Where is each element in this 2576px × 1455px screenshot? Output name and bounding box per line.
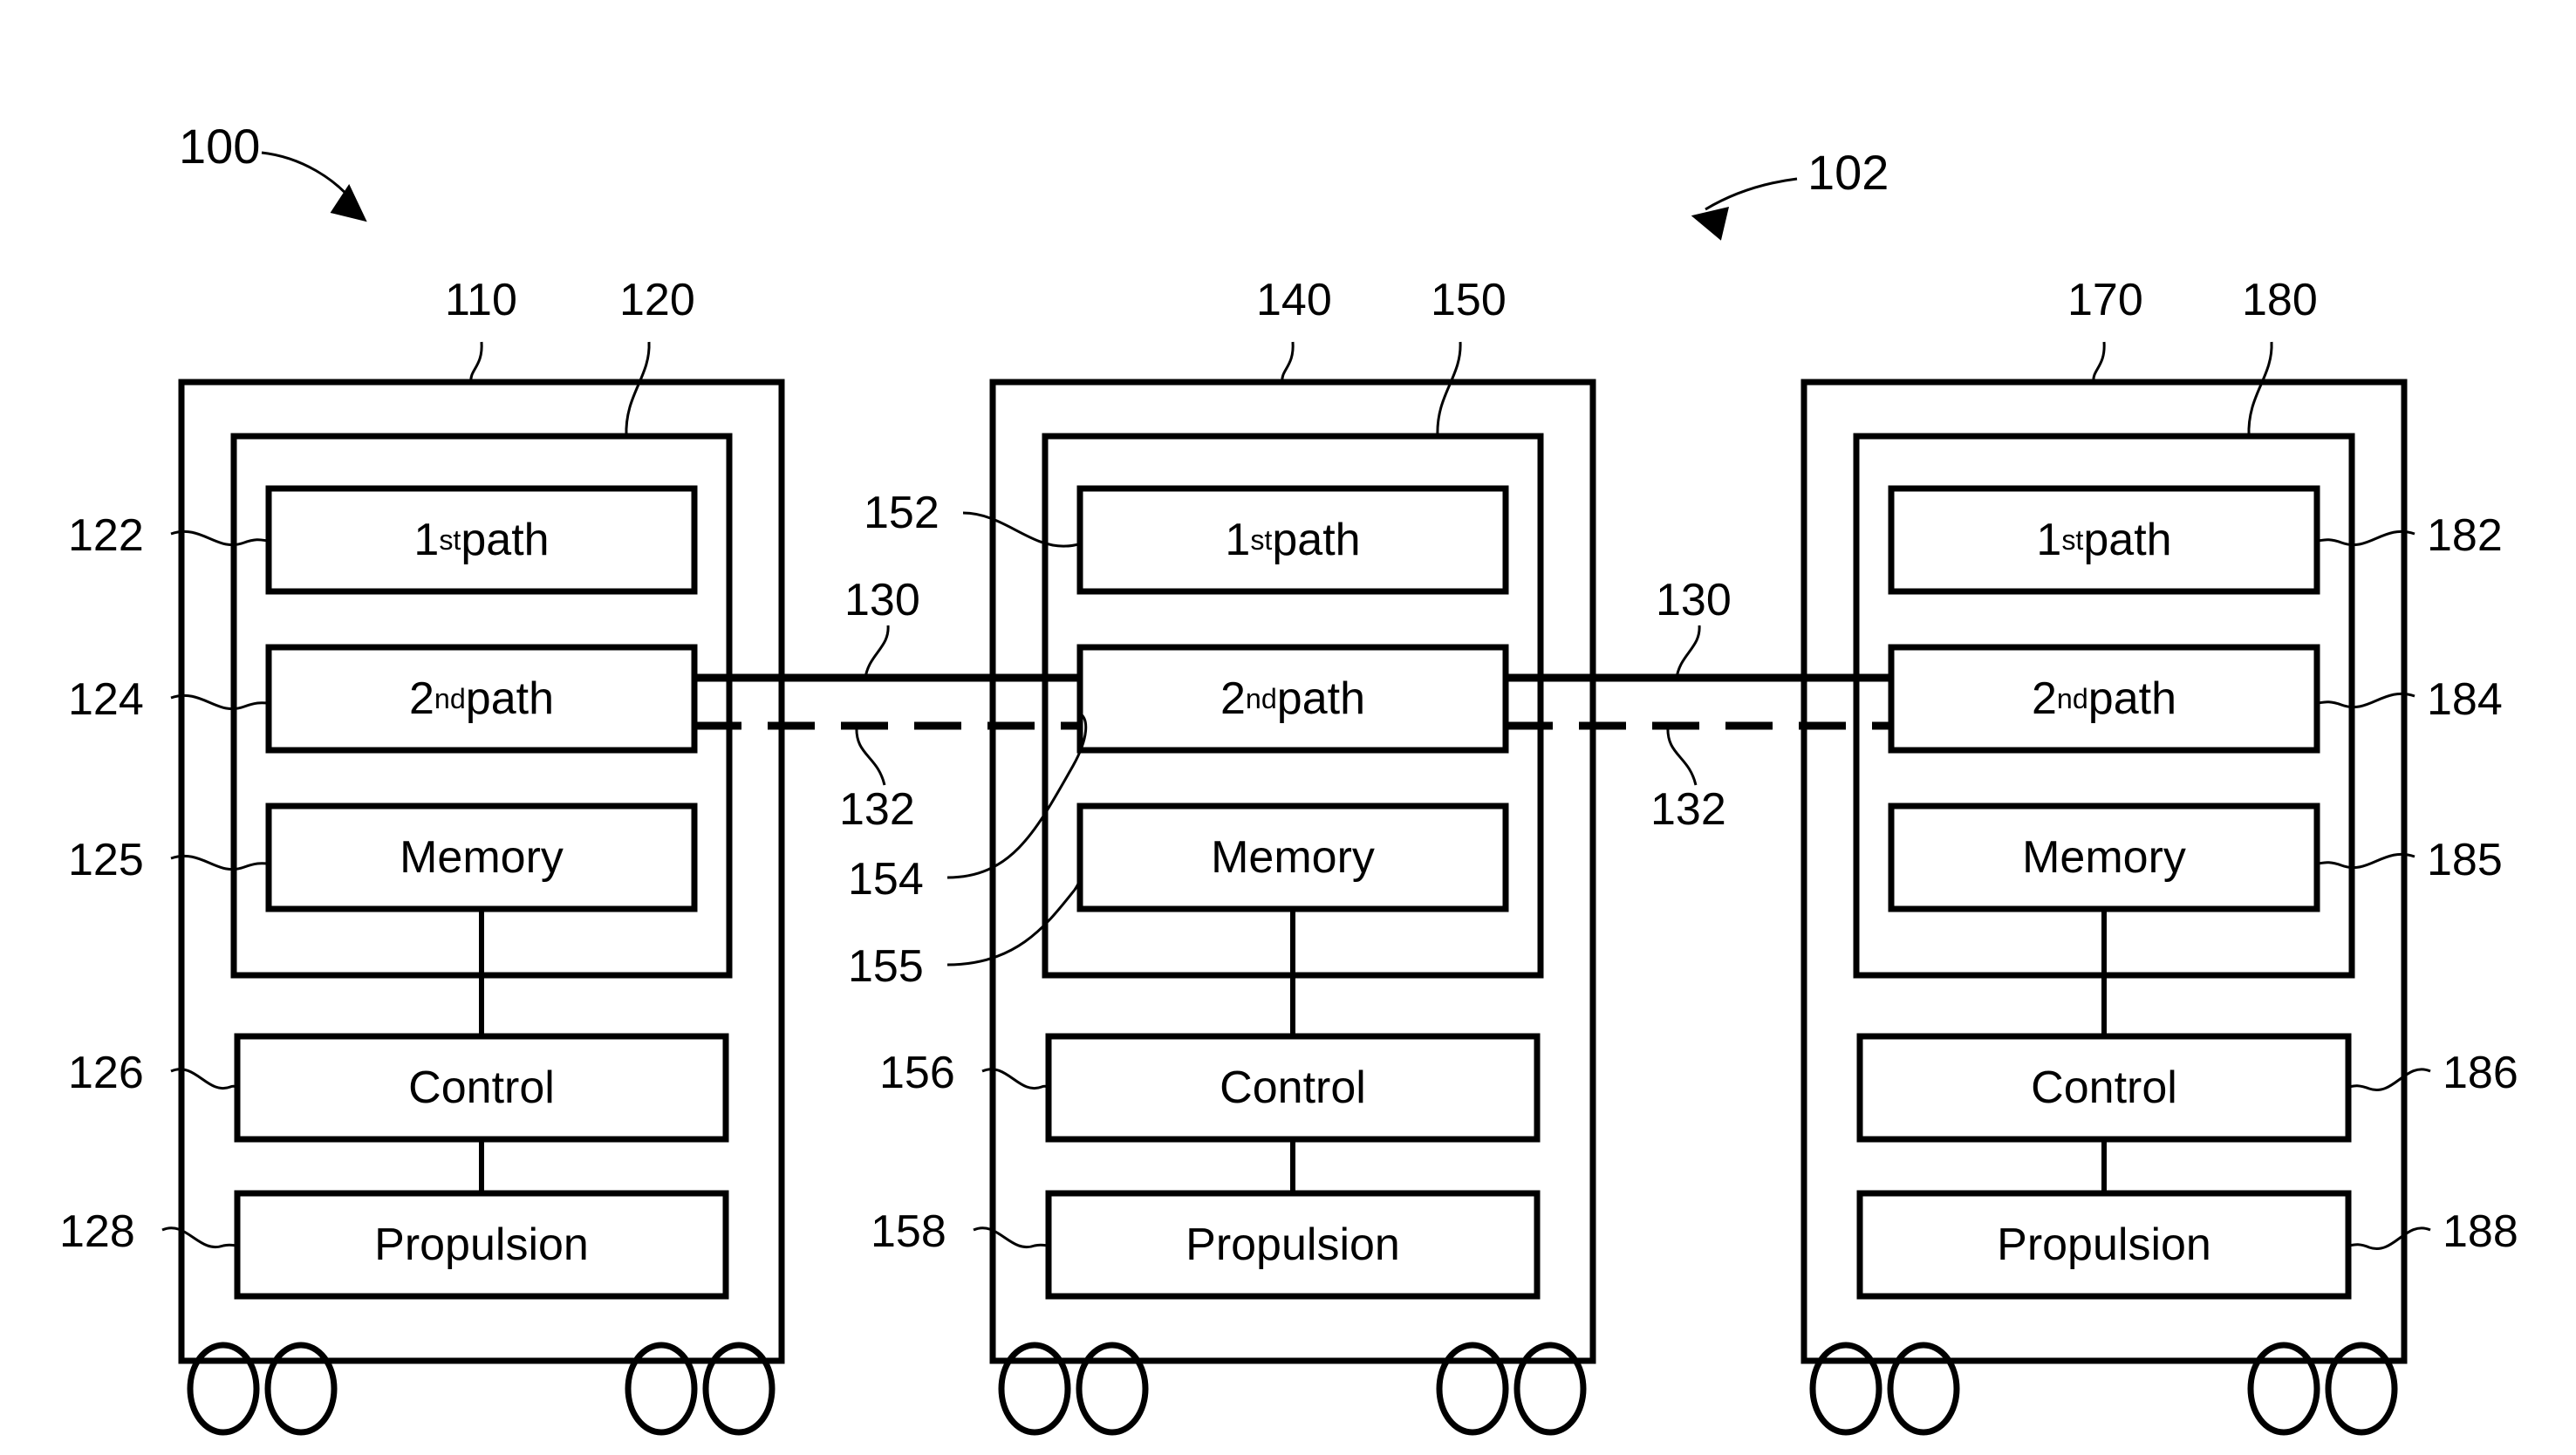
link-130-left-leader — [864, 625, 890, 679]
unit3-memory-label: Memory — [2022, 832, 2186, 883]
unit1-propulsion-ref-label: 128 — [59, 1206, 135, 1257]
unit3-propulsion-ref-label: 188 — [2443, 1206, 2518, 1257]
unit3-propulsion-label: Propulsion — [1997, 1219, 2211, 1270]
unit3-memory-leader — [2316, 852, 2415, 870]
unit3-control-label: Control — [2031, 1062, 2177, 1113]
unit2-second-path-leader — [946, 712, 1088, 879]
link-132-right-leader — [1666, 725, 1698, 786]
link-132-right-label: 132 — [1650, 784, 1726, 835]
unit2-propulsion-leader — [973, 1226, 1049, 1249]
unit1-second-path-leader — [170, 693, 270, 711]
unit1-outer-ref-label: 110 — [445, 275, 517, 325]
unit1-second-path-ref-label: 124 — [68, 674, 144, 725]
unit1-second-path-label: 2nd path — [409, 673, 554, 724]
unit1-propulsion-leader — [161, 1226, 238, 1249]
unit1-first-path-ref-label: 122 — [68, 510, 144, 561]
unit2-second-path-label: 2nd path — [1220, 673, 1365, 724]
unit1-inner-ref-leader — [625, 341, 651, 437]
unit2-propulsion-label: Propulsion — [1186, 1219, 1400, 1270]
unit3-outer-ref-label: 170 — [2067, 275, 2143, 325]
system-label-100: 100 — [179, 119, 261, 174]
unit3-control-ref-label: 186 — [2443, 1048, 2518, 1098]
unit3-inner-ref-label: 180 — [2242, 275, 2318, 325]
unit1-control-ref-label: 126 — [68, 1048, 144, 1098]
unit2-memory-ref-label: 155 — [848, 941, 924, 992]
link-132-left-label: 132 — [839, 784, 915, 835]
unit2-first-path-ref-label: 152 — [864, 488, 940, 538]
unit2-control-label: Control — [1220, 1062, 1366, 1113]
unit3-inner-ref-leader — [2247, 341, 2273, 437]
unit1-propulsion-label: Propulsion — [374, 1219, 589, 1270]
link-132-left-leader — [855, 725, 886, 786]
link-130-right-leader — [1675, 625, 1701, 679]
unit1-inner-ref-label: 120 — [619, 275, 695, 325]
unit3-control-leader — [2347, 1068, 2431, 1092]
unit1-memory-label: Memory — [400, 832, 564, 883]
unit2-outer-ref-leader — [1281, 341, 1295, 383]
unit2-inner-ref-label: 150 — [1431, 275, 1507, 325]
unit3-outer-ref-leader — [2092, 341, 2106, 383]
unit3-first-path-ref-label: 182 — [2427, 510, 2503, 561]
unit2-first-path-label: 1st path — [1225, 515, 1361, 565]
unit3-memory-ref-label: 185 — [2427, 835, 2503, 885]
unit1-first-path-leader — [170, 529, 270, 547]
unit2-memory-leader — [946, 868, 1083, 967]
link-130-left-label: 130 — [844, 575, 920, 625]
unit1-control-label: Control — [408, 1062, 555, 1113]
unit1-memory-ref-label: 125 — [68, 835, 144, 885]
unit3-second-path-ref-label: 184 — [2427, 674, 2503, 725]
unit2-memory-label: Memory — [1211, 832, 1375, 883]
unit2-inner-ref-leader — [1436, 341, 1462, 437]
unit2-propulsion-ref-label: 158 — [871, 1206, 946, 1257]
unit2-second-path-ref-label: 154 — [848, 854, 924, 905]
unit3-propulsion-leader — [2347, 1226, 2431, 1251]
unit2-control-ref-label: 156 — [879, 1048, 955, 1098]
unit1-memory-leader — [170, 854, 270, 871]
unit2-outer-ref-label: 140 — [1256, 275, 1332, 325]
unit3-second-path-label: 2nd path — [2032, 673, 2176, 724]
unit3-first-path-label: 1st path — [2036, 515, 2172, 565]
system-102-arrow — [1691, 177, 1798, 241]
unit1-outer-ref-leader — [469, 341, 483, 383]
system-100-arrow — [261, 151, 367, 222]
unit2-first-path-leader — [962, 511, 1081, 548]
unit1-first-path-label: 1st path — [413, 515, 550, 565]
link-130-right-label: 130 — [1656, 575, 1732, 625]
unit3-second-path-leader — [2316, 692, 2415, 709]
system-label-102: 102 — [1807, 145, 1889, 200]
figure-canvas: 100 102 110 120 122 124 125 126 128 1st … — [0, 0, 2576, 1455]
unit3-first-path-leader — [2316, 529, 2415, 547]
